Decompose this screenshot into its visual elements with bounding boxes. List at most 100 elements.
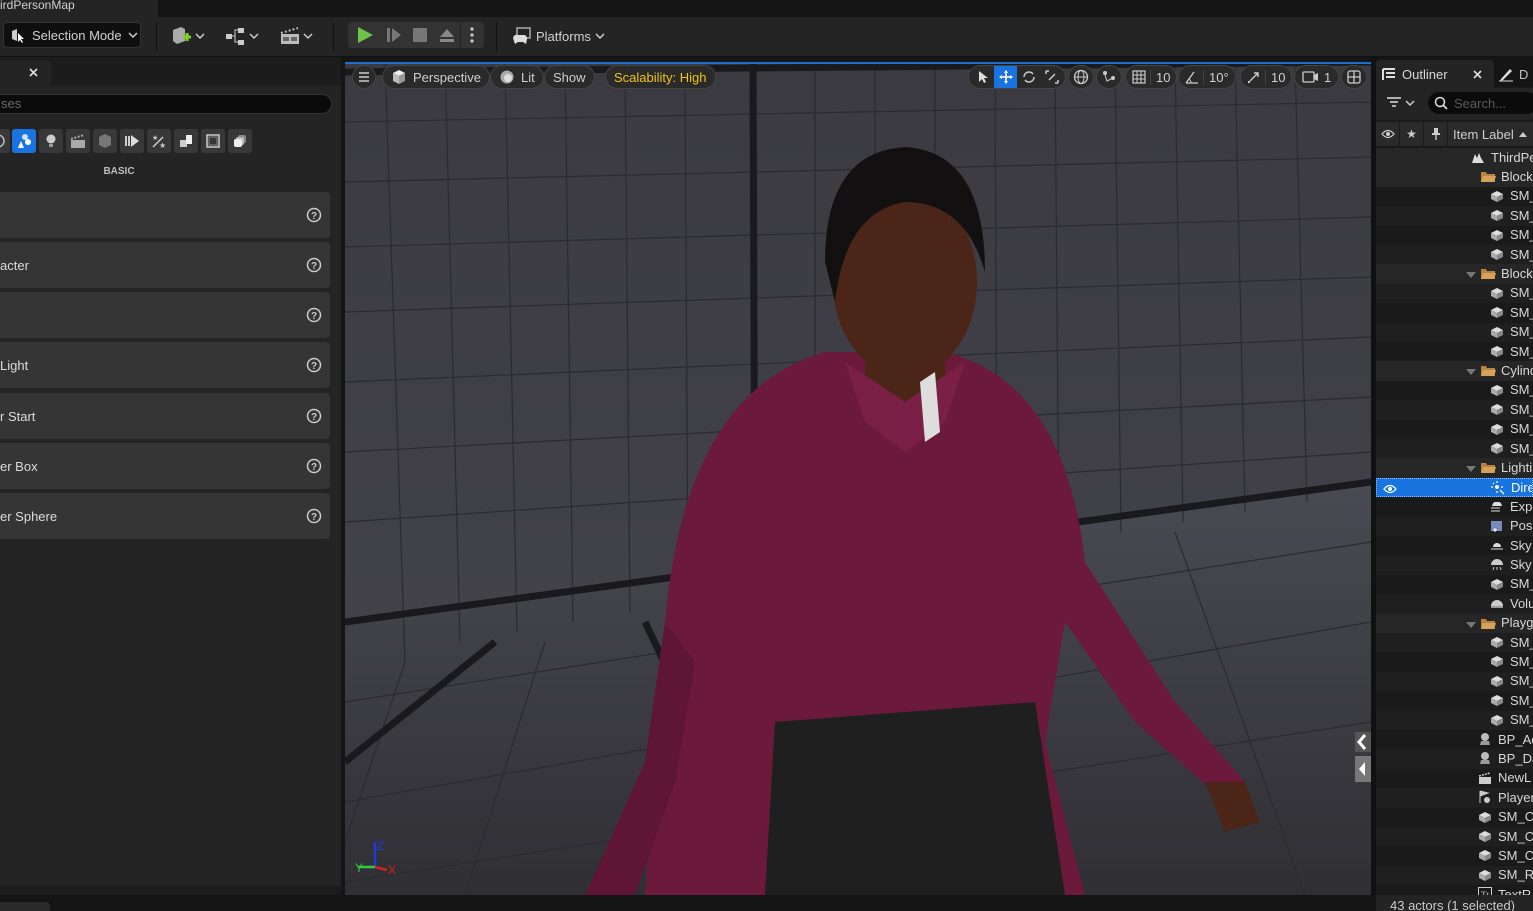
place-item-trigger-sphere[interactable]: er Sphere? — [0, 493, 330, 539]
more-options-icon[interactable] — [466, 26, 478, 44]
scalability-dropdown[interactable]: Scalability: High — [605, 65, 716, 89]
category-all-classes[interactable] — [174, 129, 198, 153]
outliner-actor-row[interactable]: NewL — [1376, 768, 1533, 789]
viewport-layout-button[interactable] — [1341, 65, 1367, 89]
level-tab[interactable]: irdPersonMap — [0, 0, 158, 17]
category-volumes[interactable]: ★ ★ — [147, 129, 171, 153]
help-icon[interactable]: ? — [306, 257, 322, 273]
grid-snap-control[interactable]: 10 — [1125, 65, 1178, 89]
place-item-trigger-box[interactable]: er Box? — [0, 443, 330, 489]
category-shapes[interactable] — [201, 129, 225, 153]
category-recently-placed[interactable] — [0, 129, 10, 153]
outliner-actor-row[interactable]: SM_C — [1376, 827, 1533, 847]
place-item-character[interactable]: acter? — [0, 242, 330, 288]
outliner-actor-row[interactable]: SM_ — [1376, 186, 1533, 207]
close-icon[interactable] — [1473, 69, 1482, 79]
place-item-empty-actor[interactable]: ? — [0, 192, 330, 238]
rotation-snap-control[interactable]: 10° — [1178, 65, 1236, 89]
outliner-folder-row[interactable]: Block — [1376, 167, 1533, 187]
place-item-pawn[interactable]: ? — [0, 292, 330, 338]
help-icon[interactable]: ? — [306, 207, 322, 223]
category-blueprint-classes[interactable] — [228, 129, 252, 153]
outliner-search-input[interactable]: Search... — [1428, 92, 1533, 114]
outliner-actor-row[interactable]: Volu — [1376, 594, 1533, 614]
show-dropdown[interactable]: Show — [544, 65, 595, 89]
scale-snap-control[interactable]: 10 — [1240, 65, 1293, 89]
expand-arrow-open-icon[interactable] — [1466, 268, 1476, 279]
item-label-column[interactable]: Item Label — [1448, 127, 1527, 142]
play-icon[interactable] — [356, 26, 374, 44]
outliner-actor-row[interactable]: SM_ — [1376, 419, 1533, 439]
outliner-actor-row[interactable]: Sky — [1376, 555, 1533, 575]
outliner-actor-row[interactable]: SM_ — [1376, 303, 1533, 323]
eject-icon[interactable] — [438, 26, 456, 44]
favorite-column[interactable]: ★ — [1400, 122, 1424, 146]
outliner-tab[interactable]: Outliner — [1376, 60, 1494, 88]
outliner-actor-row[interactable]: SM_ — [1376, 710, 1533, 730]
help-icon[interactable]: ? — [306, 458, 322, 474]
select-tool[interactable] — [971, 66, 994, 88]
expand-arrow-open-icon[interactable] — [1466, 365, 1476, 376]
outliner-actor-row[interactable]: SM_ — [1376, 400, 1533, 420]
expand-arrow-open-icon[interactable] — [1466, 462, 1476, 473]
outliner-actor-row[interactable]: SM_ — [1376, 225, 1533, 245]
visibility-eye-icon[interactable] — [1383, 482, 1397, 496]
outliner-actor-row[interactable]: SM_ — [1376, 574, 1533, 595]
outliner-folder-row[interactable]: Playgr — [1376, 613, 1533, 633]
visibility-column[interactable] — [1376, 122, 1400, 146]
translate-tool[interactable] — [994, 66, 1017, 88]
viewport-menu-button[interactable] — [352, 65, 376, 89]
outliner-actor-row[interactable]: Player — [1376, 788, 1533, 808]
expand-arrow-open-icon[interactable] — [1466, 618, 1476, 628]
category-visual-effects[interactable] — [93, 129, 117, 153]
outliner-actor-row[interactable]: SM_ — [1376, 652, 1533, 672]
selection-mode-dropdown[interactable]: Selection Mode — [3, 22, 141, 48]
advance-frame-icon[interactable] — [385, 26, 403, 44]
outliner-actor-row[interactable]: SM_ — [1376, 322, 1533, 342]
content-drawer-tab[interactable] — [0, 902, 50, 911]
cinematics-button[interactable] — [279, 23, 313, 49]
level-viewport[interactable]: Z Y X — [345, 62, 1371, 895]
help-icon[interactable]: ? — [306, 508, 322, 524]
outliner-folder-row[interactable]: Lightin — [1376, 458, 1533, 478]
outliner-actor-row[interactable]: Pos — [1376, 516, 1533, 536]
outliner-actor-row[interactable]: SM_ — [1376, 206, 1533, 226]
rotate-tool[interactable] — [1017, 66, 1040, 88]
category-geometry[interactable] — [120, 129, 144, 153]
outliner-actor-row[interactable]: SM_C — [1376, 846, 1533, 866]
details-tab[interactable]: D — [1498, 60, 1533, 88]
outliner-actor-row[interactable]: SM_ — [1376, 380, 1533, 401]
surface-snapping-toggle[interactable] — [1096, 65, 1122, 89]
filter-dropdown[interactable] — [1386, 96, 1415, 110]
outliner-folder-row[interactable]: Cylind — [1376, 361, 1533, 381]
perspective-dropdown[interactable]: Perspective — [382, 65, 490, 89]
scale-tool[interactable] — [1040, 66, 1063, 88]
outliner-actor-row[interactable]: ThirdPe — [1376, 148, 1533, 168]
category-basic[interactable] — [12, 129, 36, 153]
place-item-player-start[interactable]: r Start? — [0, 393, 330, 439]
help-icon[interactable]: ? — [306, 408, 322, 424]
category-lights[interactable] — [39, 129, 63, 153]
camera-speed-control[interactable]: 1 — [1294, 65, 1340, 89]
place-item-point-light[interactable]: Light? — [0, 342, 330, 388]
coordinate-system-toggle[interactable] — [1068, 65, 1094, 89]
platforms-dropdown[interactable]: Platforms — [512, 23, 605, 49]
place-actors-search-input[interactable]: ses — [0, 94, 332, 114]
outliner-actor-row[interactable]: SM_C — [1376, 807, 1533, 827]
outliner-actor-row[interactable]: SM_ — [1376, 342, 1533, 362]
outliner-actor-row[interactable]: BP_Da — [1376, 749, 1533, 769]
outliner-actor-row[interactable]: Exp — [1376, 497, 1533, 517]
outliner-folder-row[interactable]: Block — [1376, 264, 1533, 284]
outliner-actor-row[interactable]: Dire — [1376, 477, 1533, 498]
outliner-actor-row[interactable]: SM_ — [1376, 691, 1533, 711]
add-actor-button[interactable] — [171, 23, 205, 49]
close-icon[interactable] — [29, 68, 38, 77]
category-cinematic[interactable] — [66, 129, 90, 153]
outliner-actor-row[interactable]: SM_R — [1376, 865, 1533, 886]
outliner-actor-row[interactable]: SM_ — [1376, 633, 1533, 653]
outliner-actor-row[interactable]: SM_ — [1376, 245, 1533, 265]
view-mode-dropdown[interactable]: Lit — [490, 65, 544, 89]
place-actors-tab[interactable] — [0, 60, 51, 86]
collapse-panel-icon[interactable] — [1353, 732, 1371, 784]
help-icon[interactable]: ? — [306, 307, 322, 323]
